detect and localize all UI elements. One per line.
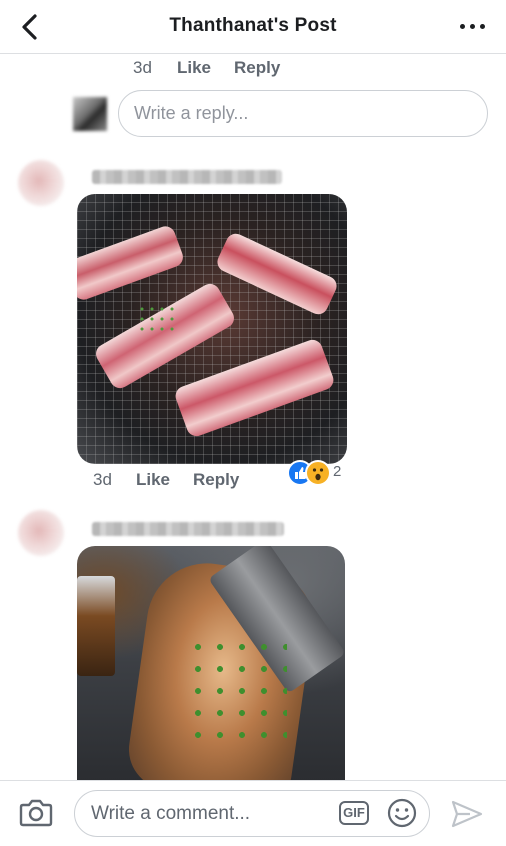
comment-placeholder: Write a comment... [91,803,251,824]
reply-button[interactable]: Reply [193,470,239,490]
comment-photo[interactable] [77,546,345,781]
reactions-summary[interactable]: 2 [287,459,345,486]
avatar[interactable] [18,510,64,556]
reply-input[interactable]: Write a reply... [118,90,488,137]
camera-button[interactable] [19,797,53,829]
like-button[interactable]: Like [177,58,211,78]
page-title: Thanthanat's Post [169,15,337,36]
comment-input[interactable]: Write a comment... GIF [74,790,430,837]
avatar[interactable] [18,160,64,206]
comment-timestamp: 3d [133,58,152,77]
gif-button[interactable]: GIF [339,801,369,825]
more-options-button[interactable] [460,22,488,32]
top-navigation-bar: Thanthanat's Post [0,0,506,54]
reaction-count: 2 [333,463,342,480]
wow-icon [305,460,331,486]
more-horizontal-icon [460,24,465,29]
camera-icon [19,799,53,827]
comment-timestamp: 3d [93,470,112,489]
emoji-button[interactable] [387,798,417,828]
comment-composer: Write a comment... GIF [0,780,506,846]
food-image [77,223,186,303]
comment-photo[interactable] [77,194,347,464]
commenter-name[interactable] [92,170,282,184]
send-icon [451,800,483,828]
reply-button[interactable]: Reply [234,58,280,78]
like-button[interactable]: Like [136,470,170,490]
avatar [73,97,107,131]
commenter-name[interactable] [92,522,284,536]
emoji-icon [387,798,417,828]
send-button[interactable] [450,799,484,829]
